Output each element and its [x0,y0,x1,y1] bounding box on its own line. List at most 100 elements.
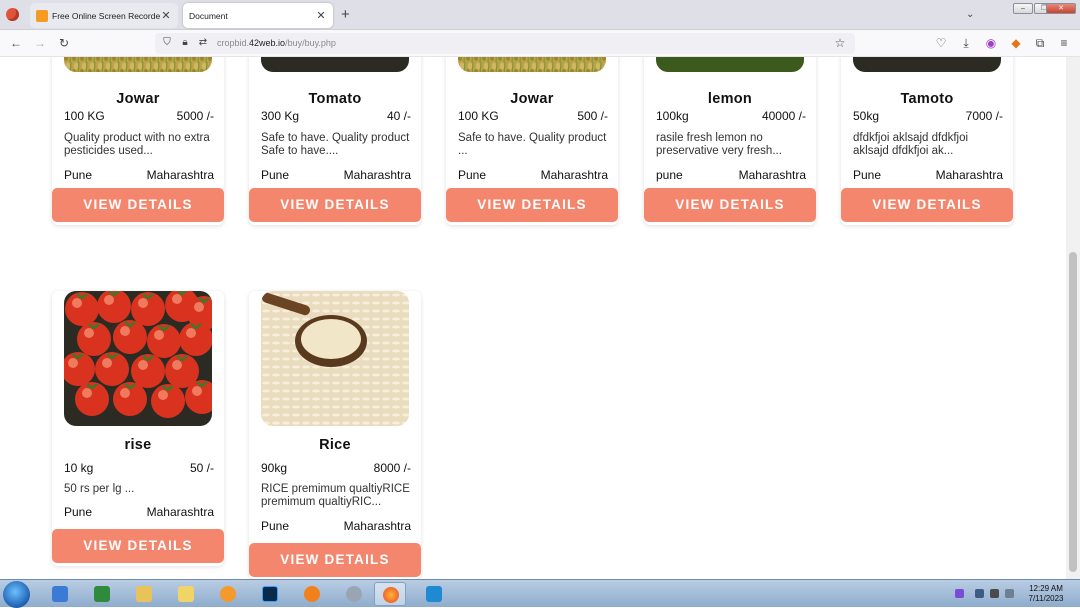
product-state: Maharashtra [935,168,1003,182]
product-name: Jowar [116,91,160,107]
product-price: 500 /- [577,109,608,123]
new-tab-icon[interactable]: + [341,6,350,23]
product-name: Jowar [510,91,554,107]
product-description: RICE premimum qualtiyRICE premimum qualt… [261,483,410,508]
taskbar-photoshop[interactable] [254,582,286,606]
view-details-button[interactable]: VIEW DETAILS [52,188,224,222]
taskbar-fl-studio[interactable] [296,582,328,606]
product-quantity: 300 Kg [261,109,300,123]
tray-flag-icon[interactable] [1005,589,1014,598]
close-tab-icon[interactable]: ✕ [315,9,327,22]
taskbar-file-explorer[interactable] [128,582,160,606]
product-name: Tamoto [900,91,954,107]
taskbar-task-manager[interactable] [86,582,118,606]
tray-network-icon[interactable] [975,589,984,598]
taskbar-tool[interactable] [338,582,370,606]
product-name: Rice [319,437,351,453]
metamask-icon[interactable]: ◆ [1008,35,1024,51]
product-image[interactable] [64,57,212,72]
bookmark-star-icon[interactable]: ☆ [832,35,848,51]
taskbar-vscode[interactable] [418,582,450,606]
close-tab-icon[interactable]: ✕ [160,9,172,22]
taskbar-firefox[interactable] [374,582,406,606]
product-description: 50 rs per lg ... [64,483,135,495]
back-icon[interactable]: ← [8,35,24,51]
product-quantity-price: 10 kg 50 /- [64,461,214,475]
product-quantity-price: 300 Kg 40 /- [261,109,411,123]
app-menu-icon[interactable]: ≡ [1056,35,1072,51]
system-clock[interactable]: 12:29 AM 7/11/2023 [1018,584,1074,604]
view-details-button[interactable]: VIEW DETAILS [249,188,421,222]
product-city: pune [656,168,683,182]
product-description: rasile fresh lemon no preservative very … [656,132,782,157]
product-price: 7000 /- [965,109,1003,123]
tray-app-icon[interactable] [955,589,964,598]
product-image[interactable] [458,57,606,72]
product-city: Pune [458,168,487,182]
product-card: Jowar 100 KG 5000 /- Quality product with n… [52,57,224,225]
taskbar-media-player[interactable] [212,582,244,606]
url-text[interactable]: cropbid.42web.io/buy/buy.php [217,38,336,48]
product-image[interactable] [261,291,409,426]
product-quantity: 100 KG [64,109,105,123]
taskbar-control-panel[interactable] [44,582,76,606]
lock-icon[interactable]: 🔒︎ [177,35,193,51]
extension-icon[interactable]: ◉ [983,35,999,51]
taskbar-notes[interactable] [170,582,202,606]
downloads-icon[interactable]: ⤓ [958,35,974,51]
view-details-button[interactable]: VIEW DETAILS [52,529,224,563]
tomato-icon [261,57,409,72]
product-image[interactable] [64,291,212,426]
product-image[interactable] [853,57,1001,72]
clock-date: 7/11/2023 [1028,594,1064,603]
view-details-button[interactable]: VIEW DETAILS [841,188,1013,222]
view-details-button[interactable]: VIEW DETAILS [446,188,618,222]
product-quantity: 100 KG [458,109,499,123]
pocket-icon[interactable]: ♡ [933,35,949,51]
product-city: Pune [261,519,290,533]
extensions-icon[interactable]: ⧉ [1032,35,1048,51]
product-price: 5000 /- [176,109,214,123]
lemon-icon [656,57,804,72]
tray-speaker-icon[interactable] [990,589,999,598]
reload-icon[interactable]: ↻ [56,35,72,51]
start-button[interactable] [3,581,30,608]
url-prefix: cropbid. [217,38,250,48]
product-state: Maharashtra [146,168,214,182]
product-state: Maharashtra [343,519,411,533]
product-location: pune Maharashtra [656,168,806,182]
view-details-button[interactable]: VIEW DETAILS [249,543,421,577]
product-image[interactable] [656,57,804,72]
grain-icon [458,57,606,72]
clock-time: 12:29 AM [1029,584,1063,593]
address-bar[interactable]: ⛉ 🔒︎ ⇄ cropbid.42web.io/buy/buy.php ☆ [155,33,855,54]
forward-icon[interactable]: → [32,35,48,51]
product-card: lemon 100kg 40000 /- rasile fresh lemon no … [644,57,816,225]
minimize-window-button[interactable]: – [1013,3,1033,14]
firefox-menu-icon[interactable] [6,8,19,21]
tracking-shield-icon[interactable]: ⛉ [159,35,175,51]
product-listing: Jowar 100 KG 5000 /- Quality product with n… [0,57,1066,579]
product-price: 50 /- [189,461,214,475]
close-window-button[interactable]: ✕ [1046,3,1076,14]
product-location: Pune Maharashtra [458,168,608,182]
tab-screen-recorder[interactable]: Free Online Screen Recorder & ✕ [30,3,178,28]
screen-recorder-favicon-icon [36,9,48,22]
scrollbar-thumb[interactable] [1069,252,1077,572]
view-details-button[interactable]: VIEW DETAILS [644,188,816,222]
product-city: Pune [64,505,93,519]
page-scrollbar[interactable] [1066,57,1080,579]
product-description: Safe to have. Quality product ... [458,132,607,157]
permissions-icon[interactable]: ⇄ [195,35,211,51]
product-image[interactable] [261,57,409,72]
product-description: Quality product with no extra pesticides… [64,132,210,157]
tab-title: Document [189,10,228,21]
tab-document[interactable]: Document ✕ [183,3,333,28]
product-city: Pune [261,168,290,182]
product-location: Pune Maharashtra [64,505,214,519]
product-quantity-price: 50kg 7000 /- [853,109,1003,123]
product-description: dfdkfjoi aklsajd dfdkfjoi aklsajd dfdkfj… [853,132,969,157]
product-card: Tomato 300 Kg 40 /- Safe to have. Quality p… [249,57,421,225]
list-all-tabs-icon[interactable]: ⌄ [966,9,974,20]
product-card: Rice 90kg 8000 /- RICE premimum qualtiyRICE… [249,291,421,579]
